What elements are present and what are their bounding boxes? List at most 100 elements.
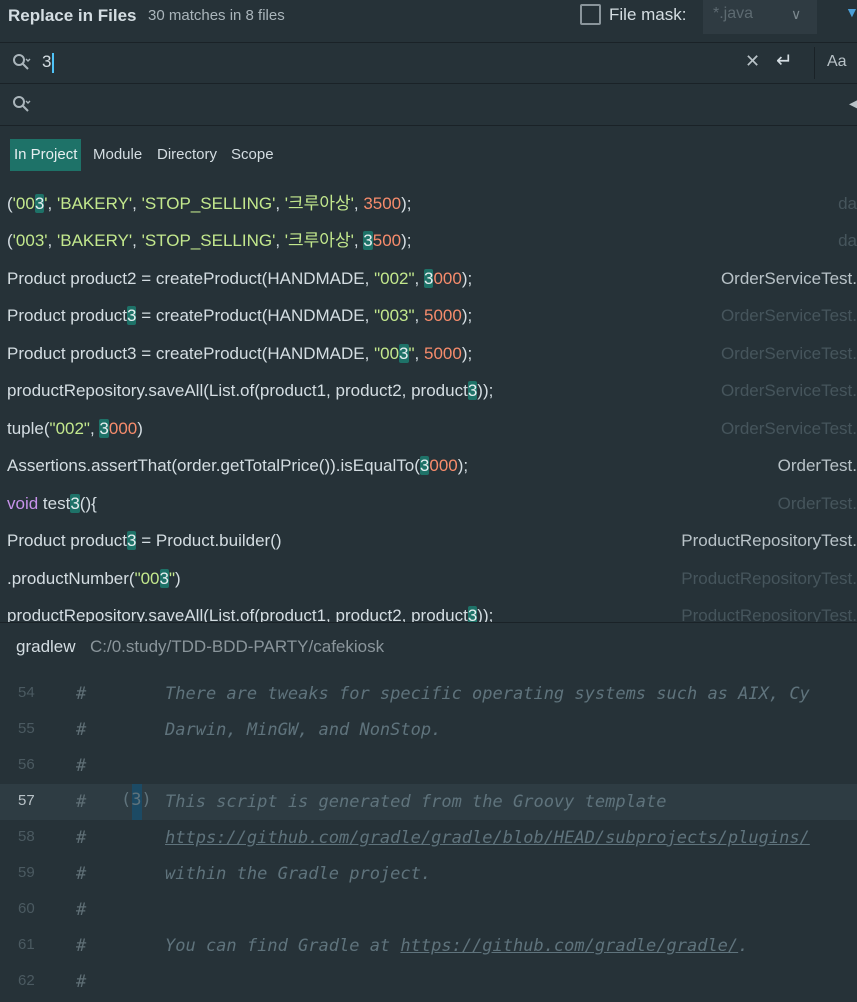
result-row[interactable]: ('003', 'BAKERY', 'STOP_SELLING', '크루아상'…: [0, 185, 857, 222]
search-history-icon[interactable]: [12, 53, 32, 73]
line-number: 59: [18, 864, 35, 881]
line-number: 55: [18, 720, 35, 737]
result-code: .productNumber("003"): [7, 569, 181, 588]
preview-file-name: gradlew: [16, 637, 76, 656]
tab-directory[interactable]: Directory: [153, 139, 221, 171]
match-count: 30 matches in 8 files: [148, 7, 285, 24]
code-line: 61 # You can find Gradle at https://gith…: [0, 928, 857, 964]
comment-hash: #: [76, 684, 87, 704]
result-file: ProductRepositoryTest.: [681, 569, 857, 588]
result-row[interactable]: Assertions.assertThat(order.getTotalPric…: [0, 447, 857, 484]
preview-file-path: C:/0.study/TDD-BDD-PARTY/cafekiosk: [90, 637, 385, 656]
result-file: da: [838, 194, 857, 213]
comment-text: This script is generated from the Groovy…: [165, 792, 667, 812]
divider: [814, 47, 815, 79]
result-code: Product product3 = createProduct(HANDMAD…: [7, 306, 473, 325]
match-marker: (3): [121, 790, 152, 810]
tab-in-project[interactable]: In Project: [10, 139, 82, 171]
result-row[interactable]: Product product3 = createProduct(HANDMAD…: [0, 297, 857, 334]
preview-header: gradlew C:/0.study/TDD-BDD-PARTY/cafekio…: [0, 622, 857, 668]
comment-hash: #: [76, 720, 87, 740]
result-row[interactable]: Product product2 = createProduct(HANDMAD…: [0, 260, 857, 297]
line-number: 58: [18, 828, 35, 845]
result-code: productRepository.saveAll(List.of(produc…: [7, 381, 494, 400]
result-row[interactable]: Product product3 = createProduct(HANDMAD…: [0, 335, 857, 372]
result-row[interactable]: .productNumber("003") ProductRepositoryT…: [0, 560, 857, 597]
comment-hash: #: [76, 972, 87, 992]
result-file: OrderServiceTest.: [720, 269, 857, 288]
result-file: OrderServiceTest.: [720, 306, 857, 325]
result-code: productRepository.saveAll(List.of(produc…: [7, 597, 493, 622]
result-code: Product product3 = createProduct(HANDMAD…: [7, 344, 473, 363]
file-mask-checkbox[interactable]: [580, 4, 601, 25]
line-number: 54: [18, 684, 35, 701]
result-file: OrderServiceTest.: [720, 381, 857, 400]
result-file: OrderTest.: [777, 456, 857, 475]
scope-tabs: In Project Module Directory Scope: [0, 127, 857, 177]
result-row[interactable]: productRepository.saveAll(List.of(produc…: [0, 372, 857, 409]
dialog-title: Replace in Files: [8, 6, 137, 25]
result-file: OrderServiceTest.: [720, 419, 857, 438]
match-case-toggle[interactable]: Aa: [827, 53, 847, 71]
result-row[interactable]: Product product3 = Product.builder() Pro…: [0, 522, 857, 559]
code-line: 58 # https://github.com/gradle/gradle/bl…: [0, 820, 857, 856]
file-mask-select[interactable]: *.java ∨: [703, 0, 817, 34]
filter-icon[interactable]: ▼: [845, 4, 857, 20]
results-list: ('003', 'BAKERY', 'STOP_SELLING', '크루아상'…: [0, 185, 857, 622]
result-row[interactable]: tuple("002", 3000) OrderServiceTest.: [0, 410, 857, 447]
file-mask-value: *.java: [713, 5, 754, 22]
search-input[interactable]: 3: [42, 52, 55, 73]
result-row[interactable]: void test3(){ OrderTest.: [0, 485, 857, 522]
gradle-link[interactable]: https://github.com/gradle/gradle/: [400, 936, 738, 956]
comment-text: You can find Gradle at https://github.co…: [165, 936, 749, 956]
comment-text: Darwin, MinGW, and NonStop.: [165, 720, 442, 740]
search-row: 3 ✕ ↵ Aa: [0, 43, 857, 84]
line-number: 61: [18, 936, 35, 953]
comment-hash: #: [76, 864, 87, 884]
pin-icon[interactable]: ◀: [849, 95, 857, 112]
tab-scope[interactable]: Scope: [227, 139, 278, 171]
comment-hash: #: [76, 828, 87, 848]
comment-text: within the Gradle project.: [165, 864, 432, 884]
replace-history-icon[interactable]: [12, 95, 32, 115]
result-file: da: [838, 231, 857, 250]
code-line-current: 57 # (3) This script is generated from t…: [0, 784, 857, 820]
code-line: 55 # Darwin, MinGW, and NonStop.: [0, 712, 857, 748]
result-code: ('003', 'BAKERY', 'STOP_SELLING', '크루아상'…: [7, 194, 412, 213]
code-preview[interactable]: 54 # There are tweaks for specific opera…: [0, 668, 857, 1002]
result-code: ('003', 'BAKERY', 'STOP_SELLING', '크루아상'…: [7, 231, 412, 250]
dialog-header: Replace in Files 30 matches in 8 files F…: [0, 0, 857, 43]
replace-row: ◀: [0, 85, 857, 126]
comment-text: There are tweaks for specific operating …: [165, 684, 810, 704]
code-line: 60 #: [0, 892, 857, 928]
result-file: ProductRepositoryTest.: [681, 606, 857, 622]
code-line: 54 # There are tweaks for specific opera…: [0, 676, 857, 712]
code-line: 56 #: [0, 748, 857, 784]
result-row[interactable]: ('003', 'BAKERY', 'STOP_SELLING', '크루아상'…: [0, 222, 857, 259]
line-number: 57: [18, 792, 35, 809]
line-number: 62: [18, 972, 35, 989]
comment-link[interactable]: https://github.com/gradle/gradle/blob/HE…: [165, 828, 810, 848]
result-code: Assertions.assertThat(order.getTotalPric…: [7, 456, 469, 475]
result-file: OrderServiceTest.: [720, 344, 857, 363]
new-line-icon[interactable]: ↵: [776, 48, 793, 73]
clear-icon[interactable]: ✕: [745, 51, 760, 72]
result-file: ProductRepositoryTest.: [681, 531, 857, 550]
tab-module[interactable]: Module: [89, 139, 146, 171]
result-code: Product product3 = Product.builder(): [7, 531, 282, 550]
code-line: 62 #: [0, 964, 857, 1000]
result-code: Product product2 = createProduct(HANDMAD…: [7, 269, 473, 288]
comment-hash: #: [76, 936, 87, 956]
result-code: tuple("002", 3000): [7, 419, 143, 438]
chevron-down-icon: ∨: [791, 6, 802, 22]
result-file: OrderTest.: [777, 494, 857, 513]
file-mask-label[interactable]: File mask:: [609, 5, 686, 25]
comment-hash: #: [76, 900, 87, 920]
result-row[interactable]: productRepository.saveAll(List.of(produc…: [0, 597, 857, 622]
result-code: void test3(){: [7, 494, 97, 513]
comment-hash: #: [76, 792, 87, 812]
line-number: 56: [18, 756, 35, 773]
line-number: 60: [18, 900, 35, 917]
code-line: 59 # within the Gradle project.: [0, 856, 857, 892]
comment-hash: #: [76, 756, 87, 776]
